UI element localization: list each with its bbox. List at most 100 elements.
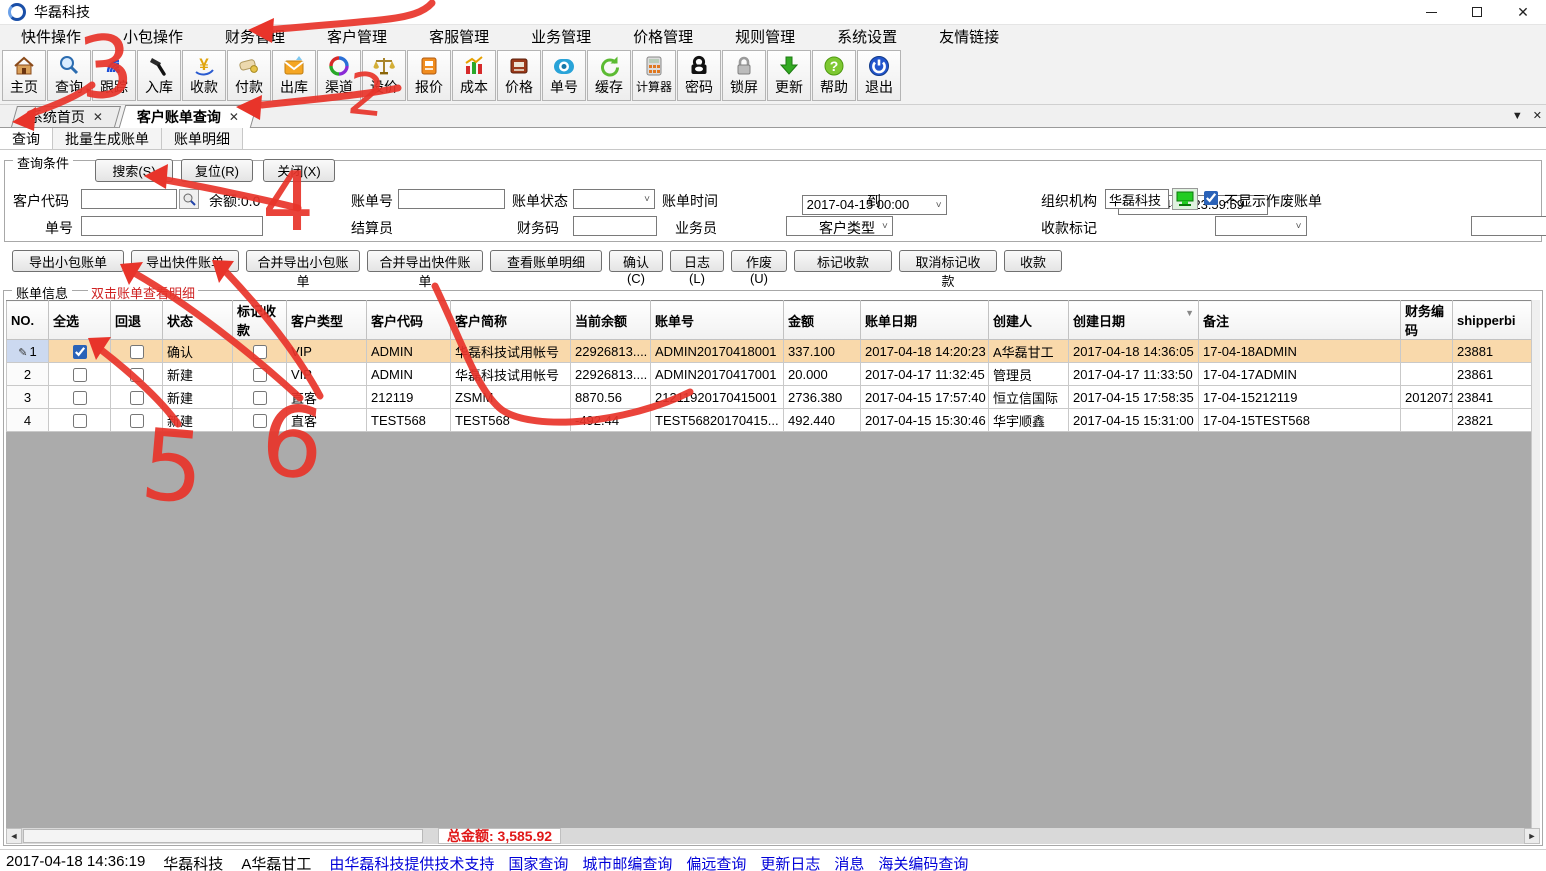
col-creator[interactable]: 创建人: [989, 301, 1069, 340]
close-query-button[interactable]: 关闭(X): [263, 159, 335, 182]
menu-rules[interactable]: 规则管理: [724, 24, 806, 49]
col-shipper-bill[interactable]: shipperbi: [1453, 301, 1532, 340]
toolbar-search-button[interactable]: 查询: [47, 50, 91, 101]
menu-parcel-ops[interactable]: 小包操作: [112, 24, 194, 49]
customer-lookup-icon[interactable]: [179, 189, 199, 209]
col-bill-date[interactable]: 账单日期: [861, 301, 989, 340]
subtab-bill-detail[interactable]: 账单明细: [162, 127, 243, 149]
view-bill-detail-button[interactable]: 查看账单明细: [490, 250, 602, 272]
maximize-button[interactable]: [1454, 0, 1500, 24]
close-button[interactable]: ✕: [1500, 0, 1546, 24]
col-customer-code[interactable]: 客户代码: [367, 301, 451, 340]
bill-no-input[interactable]: [398, 189, 505, 209]
toolbar-track-button[interactable]: 跟踪: [92, 50, 136, 101]
organization-picker-icon[interactable]: [1172, 188, 1198, 210]
menu-price[interactable]: 价格管理: [622, 24, 704, 49]
table-row[interactable]: 3 新建 直客 212119 ZSMM 8870.56 212119201704…: [7, 386, 1532, 409]
col-remark[interactable]: 备注: [1199, 301, 1401, 340]
row-paid-checkbox[interactable]: [253, 414, 267, 428]
toolbar-calculator-button[interactable]: 计算器: [632, 50, 676, 101]
tab-customer-bill-query[interactable]: 客户账单查询 ✕: [119, 105, 258, 128]
bill-status-select[interactable]: ˅: [573, 189, 655, 209]
menu-finance[interactable]: 财务管理: [214, 24, 296, 49]
toolbar-price-button[interactable]: 价格: [497, 50, 541, 101]
toolbar-inbound-button[interactable]: 入库: [137, 50, 181, 101]
toolbar-cost-button[interactable]: 成本: [452, 50, 496, 101]
menu-service[interactable]: 客服管理: [418, 24, 500, 49]
col-amount[interactable]: 金额: [784, 301, 861, 340]
status-link-city-zip-query[interactable]: 城市邮编查询: [582, 853, 672, 871]
menu-links[interactable]: 友情链接: [928, 24, 1010, 49]
tracking-no-input[interactable]: [81, 216, 263, 236]
toolbar-receive-payment-button[interactable]: ¥ 收款: [182, 50, 226, 101]
status-link-tech-support[interactable]: 由华磊科技提供技术支持: [329, 853, 494, 871]
toolbar-pay-button[interactable]: 付款: [227, 50, 271, 101]
toolbar-exit-button[interactable]: 退出: [857, 50, 901, 101]
col-current-balance[interactable]: 当前余额: [571, 301, 651, 340]
col-no[interactable]: NO.: [7, 301, 49, 340]
row-rollback-checkbox[interactable]: [130, 414, 144, 428]
toolbar-channel-button[interactable]: 渠道: [317, 50, 361, 101]
merge-export-express-bill-button[interactable]: 合并导出快件账单: [367, 250, 483, 272]
status-link-messages[interactable]: 消息: [834, 853, 864, 871]
tabstrip-close-icon[interactable]: ✕: [1533, 109, 1542, 122]
organization-input[interactable]: [1105, 189, 1169, 209]
row-paid-checkbox[interactable]: [253, 345, 267, 359]
col-status[interactable]: 状态: [163, 301, 233, 340]
vertical-scrollbar[interactable]: [1531, 300, 1540, 828]
row-rollback-checkbox[interactable]: [130, 368, 144, 382]
status-link-customs-code-query[interactable]: 海关编码查询: [878, 853, 968, 871]
col-select-all[interactable]: 全选: [49, 301, 111, 340]
merge-export-parcel-bill-button[interactable]: 合并导出小包账单: [246, 250, 360, 272]
receive-payment-button[interactable]: 收款: [1004, 250, 1062, 272]
scroll-left-icon[interactable]: ◄: [6, 828, 22, 844]
table-row[interactable]: 4 新建 直客 TEST568 TEST568 -492.44 TEST5682…: [7, 409, 1532, 432]
status-link-update-log[interactable]: 更新日志: [760, 853, 820, 871]
menu-customer[interactable]: 客户管理: [316, 24, 398, 49]
col-bill-no[interactable]: 账单号: [651, 301, 784, 340]
reset-button[interactable]: 复位(R): [181, 159, 253, 182]
toolbar-lock-screen-button[interactable]: 锁屏: [722, 50, 766, 101]
table-row[interactable]: ✎1 确认 VIP ADMIN 华磊科技试用帐号 22926813.... AD…: [7, 340, 1532, 363]
row-select-checkbox[interactable]: [73, 368, 87, 382]
tab-close-icon[interactable]: ✕: [229, 110, 239, 124]
toolbar-outbound-button[interactable]: 出库: [272, 50, 316, 101]
tab-close-icon[interactable]: ✕: [93, 110, 103, 124]
menu-express-ops[interactable]: 快件操作: [10, 24, 92, 49]
row-rollback-checkbox[interactable]: [130, 391, 144, 405]
scroll-right-icon[interactable]: ►: [1524, 828, 1540, 844]
toolbar-password-button[interactable]: 密码: [677, 50, 721, 101]
toolbar-cache-button[interactable]: 缓存: [587, 50, 631, 101]
col-finance-code[interactable]: 财务编码: [1401, 301, 1453, 340]
subtab-query[interactable]: 查询: [0, 127, 53, 149]
mark-paid-button[interactable]: 标记收款: [794, 250, 892, 272]
log-button[interactable]: 日志(L): [670, 250, 724, 272]
menu-settings[interactable]: 系统设置: [826, 24, 908, 49]
customer-type-select[interactable]: ˅: [1471, 216, 1546, 236]
hide-void-bills-checkbox[interactable]: [1204, 191, 1218, 205]
customer-code-input[interactable]: [81, 189, 177, 209]
toolbar-help-button[interactable]: ? 帮助: [812, 50, 856, 101]
row-select-checkbox[interactable]: [73, 391, 87, 405]
col-customer-name[interactable]: 客户简称: [451, 301, 571, 340]
toolbar-tracking-number-button[interactable]: 单号: [542, 50, 586, 101]
horizontal-scrollbar[interactable]: ◄ 总金额: 3,585.92 ►: [6, 828, 1540, 844]
void-button[interactable]: 作废(U): [731, 250, 787, 272]
tab-list-dropdown-icon[interactable]: ▼: [1512, 110, 1523, 122]
row-paid-checkbox[interactable]: [253, 368, 267, 382]
toolbar-update-button[interactable]: 更新: [767, 50, 811, 101]
col-mark-paid[interactable]: 标记收款: [233, 301, 287, 340]
finance-code-input[interactable]: [573, 216, 657, 236]
export-parcel-bill-button[interactable]: 导出小包账单: [12, 250, 124, 272]
row-rollback-checkbox[interactable]: [130, 345, 144, 359]
minimize-button[interactable]: [1408, 0, 1454, 24]
toolbar-home-button[interactable]: 主页: [2, 50, 46, 101]
salesman-select[interactable]: ˅: [1215, 216, 1307, 236]
row-select-checkbox[interactable]: [73, 345, 87, 359]
confirm-button[interactable]: 确认(C): [609, 250, 663, 272]
tab-system-home[interactable]: 系统首页 ✕: [11, 106, 121, 127]
scrollbar-thumb[interactable]: [23, 829, 423, 843]
search-button[interactable]: 搜索(S): [95, 159, 173, 182]
toolbar-quote-button[interactable]: 报价: [407, 50, 451, 101]
toolbar-set-price-button[interactable]: 设价: [362, 50, 406, 101]
